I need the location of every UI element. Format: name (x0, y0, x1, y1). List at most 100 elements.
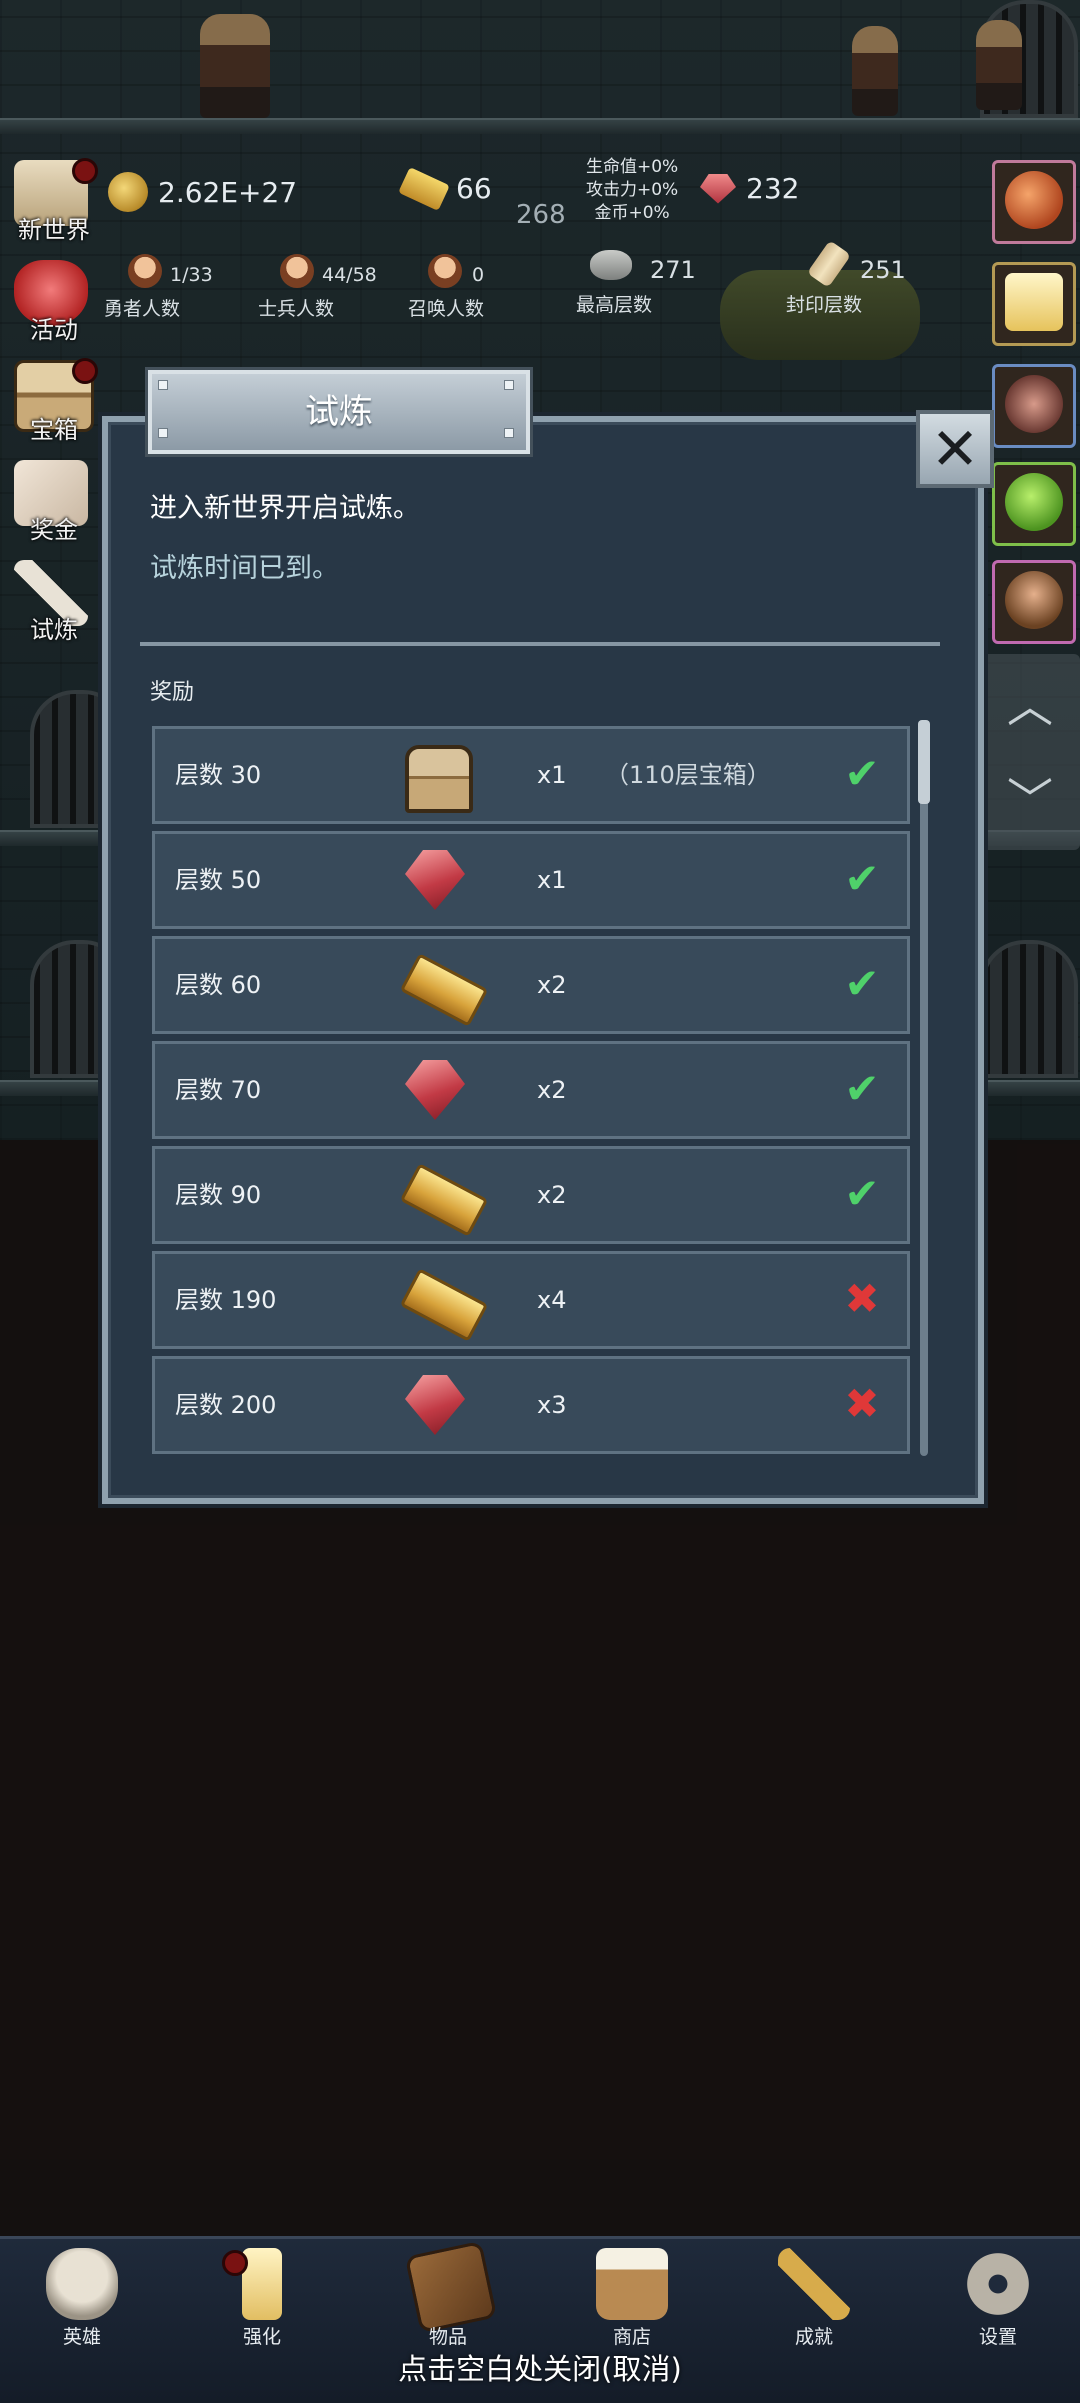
reward-note: （110层宝箱） (605, 761, 771, 789)
reward-quantity: x3 (537, 1391, 567, 1419)
cross-icon: ✖ (844, 1274, 880, 1323)
nav-shop[interactable]: 商店 (562, 2242, 702, 2352)
bonus-hp: 生命值+0% (586, 157, 679, 177)
dialog-message: 进入新世界开启试炼。 (150, 493, 420, 524)
reward-list-scroll-thumb[interactable] (918, 720, 930, 804)
reward-floor: 层数 50 (175, 866, 262, 894)
reward-row: 层数 90 x2 ✔ (152, 1146, 910, 1244)
dialog-title: 试炼 (148, 370, 530, 454)
right-item-slot[interactable] (992, 462, 1076, 546)
right-item-slot[interactable] (992, 560, 1076, 644)
heroes-count: 1/33 (170, 264, 213, 286)
reward-quantity: x4 (537, 1286, 567, 1314)
reward-row: 层数 200 x3 ✖ (152, 1356, 910, 1454)
soldiers-label: 士兵人数 (258, 298, 335, 320)
chevron-down-icon[interactable]: ﹀ (980, 764, 1080, 830)
max-floor-value: 271 (650, 256, 696, 284)
ruby-icon (700, 173, 736, 204)
chevron-up-icon[interactable]: ︿ (980, 670, 1080, 736)
reward-floor: 层数 30 (175, 761, 262, 789)
side-btn-trial[interactable]: 试炼 (4, 558, 96, 650)
reward-row: 层数 70 x2 ✔ (152, 1041, 910, 1139)
gear-icon (962, 2248, 1034, 2320)
reward-list[interactable]: 层数 30 x1 （110层宝箱） ✔ 层数 50 x1 ✔ 层数 60 x2 ✔ 层数 70 x2 ✔… (152, 726, 910, 1461)
close-icon: ✕ (930, 415, 980, 483)
reward-row: 层数 190 x4 ✖ (152, 1251, 910, 1349)
nav-heroes[interactable]: 英雄 (12, 2242, 152, 2352)
fruit-icon (1005, 171, 1063, 229)
right-item-slot[interactable] (992, 160, 1076, 244)
rivet (504, 428, 514, 438)
reward-quantity: x2 (537, 971, 567, 999)
gold-bar-icon (399, 953, 489, 1027)
reward-quantity: x1 (537, 761, 567, 789)
meat-icon (1005, 375, 1063, 433)
rivet (504, 380, 514, 390)
gold-bar-icon (399, 1268, 489, 1342)
chest-icon (405, 745, 473, 813)
reward-floor: 层数 90 (175, 1181, 262, 1209)
ruby-icon (405, 850, 465, 910)
reward-quantity: x2 (537, 1181, 567, 1209)
gold-bar-icon (398, 166, 450, 211)
nav-achievements[interactable]: 成就 (744, 2242, 884, 2352)
nav-upgrade[interactable]: 强化 (192, 2242, 332, 2352)
check-icon: ✔ (844, 854, 880, 903)
ruby-icon (405, 1375, 465, 1435)
coin-icon (108, 172, 148, 212)
check-icon: ✔ (844, 1169, 880, 1218)
ruby-stat: 232 (700, 172, 799, 205)
right-item-slot[interactable] (992, 364, 1076, 448)
gold-stat: 66 (398, 166, 492, 211)
right-item-slot[interactable] (992, 262, 1076, 346)
reward-floor: 层数 200 (175, 1391, 277, 1419)
side-btn-new-world[interactable]: 新世界 (4, 158, 98, 250)
notification-badge (222, 2250, 248, 2276)
check-icon: ✔ (844, 1064, 880, 1113)
reward-list-scrollbar[interactable] (920, 720, 928, 1456)
nav-items[interactable]: 物品 (378, 2240, 518, 2352)
soldier-face-icon (280, 254, 314, 288)
skull-icon (46, 2248, 118, 2320)
close-button[interactable]: ✕ (916, 410, 994, 488)
reward-row: 层数 50 x1 ✔ (152, 831, 910, 929)
character-icon (1005, 571, 1063, 629)
reward-row: 层数 30 x1 （110层宝箱） ✔ (152, 726, 910, 824)
check-icon: ✔ (844, 959, 880, 1008)
sealed-floor-value: 251 (860, 256, 906, 284)
candle-icon (1005, 273, 1063, 331)
dialog-status: 试炼时间已到。 (150, 553, 339, 584)
side-btn-activity[interactable]: 活动 (4, 258, 96, 350)
reward-quantity: x2 (537, 1076, 567, 1104)
heroes-label: 勇者人数 (104, 298, 181, 320)
slime-icon (1005, 473, 1063, 531)
mug-icon (596, 2248, 668, 2320)
summons-label: 召唤人数 (408, 298, 485, 320)
check-icon: ✔ (844, 749, 880, 798)
summons-count: 0 (472, 264, 485, 286)
sealed-floor-label: 封印层数 (786, 294, 863, 316)
side-btn-bonus[interactable]: 奖金 (4, 458, 96, 550)
candle-icon (242, 2248, 282, 2320)
book-icon (404, 2240, 498, 2334)
divider (140, 642, 940, 646)
reward-row: 层数 60 x2 ✔ (152, 936, 910, 1034)
center-value: 268 (516, 200, 566, 230)
reward-floor: 层数 190 (175, 1286, 277, 1314)
reward-quantity: x1 (537, 866, 567, 894)
side-btn-chest[interactable]: 宝箱 (4, 358, 98, 450)
coin-stat: 2.62E+27 (108, 172, 297, 212)
nav-settings[interactable]: 设置 (928, 2242, 1068, 2352)
close-hint[interactable]: 点击空白处关闭(取消) (0, 2346, 1080, 2388)
bonus-gold: 金币+0% (594, 203, 670, 223)
floor-scroll-arrows[interactable]: ︿ ﹀ (980, 654, 1080, 850)
reward-floor: 层数 70 (175, 1076, 262, 1104)
gold-bar-icon (399, 1163, 489, 1237)
rivet (158, 428, 168, 438)
bonus-attack: 攻击力+0% (586, 180, 679, 200)
max-floor-label: 最高层数 (576, 294, 653, 316)
hero-face-icon (128, 254, 162, 288)
ruby-icon (405, 1060, 465, 1120)
stone-icon (590, 250, 632, 280)
soldiers-count: 44/58 (322, 264, 377, 286)
